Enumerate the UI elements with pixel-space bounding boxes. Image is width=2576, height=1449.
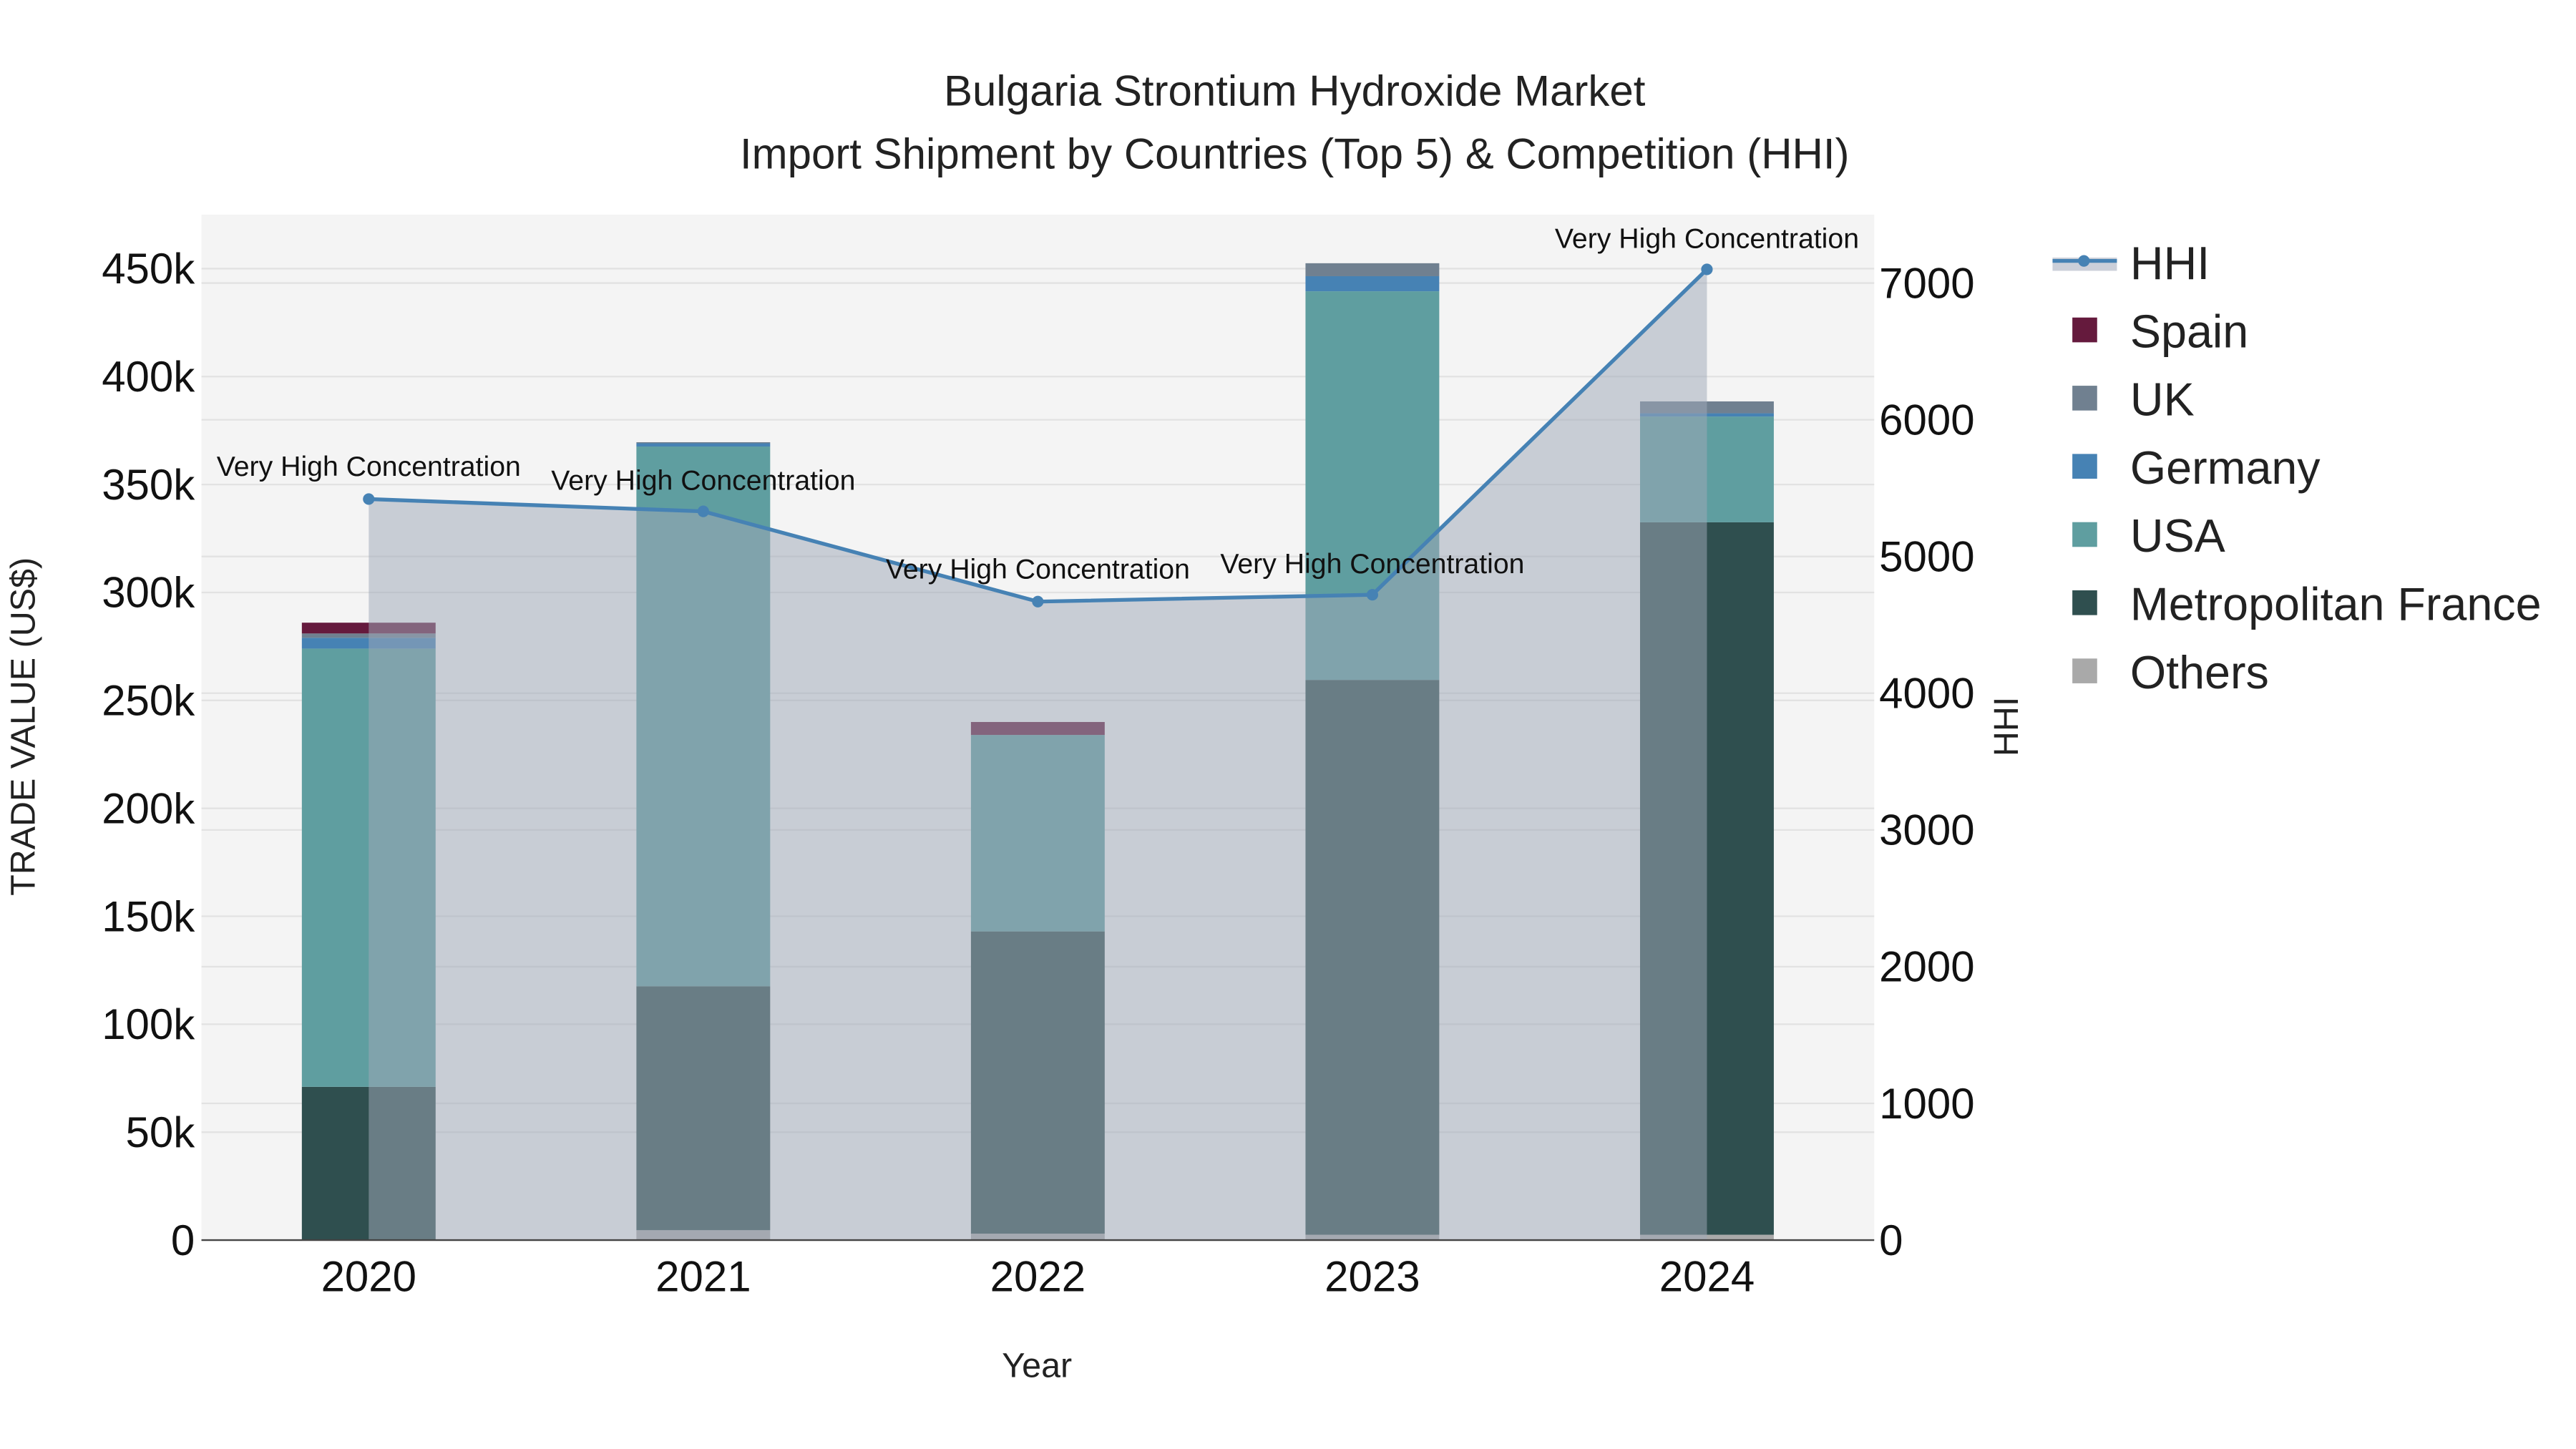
bar-germany-2021 <box>636 443 771 447</box>
legend-swatch-icon <box>2072 454 2097 479</box>
y2-tick-label: 7000 <box>1879 259 1974 307</box>
legend-item-usa[interactable]: USA <box>2072 510 2225 562</box>
chart-subtitle: Import Shipment by Countries (Top 5) & C… <box>740 130 1850 177</box>
x-tick-label: 2023 <box>1324 1253 1420 1301</box>
y-axis-title: TRADE VALUE (US$) <box>4 557 42 896</box>
y2-axis-title: HHI <box>1987 697 2026 756</box>
y-tick-label: 450k <box>102 245 195 293</box>
legend-label: USA <box>2130 510 2225 562</box>
x-axis-title: Year <box>1002 1347 1072 1385</box>
legend-item-others[interactable]: Others <box>2072 647 2269 698</box>
legend-swatch-icon <box>2072 658 2097 683</box>
hhi-point-2023 <box>1366 589 1378 601</box>
x-tick-label: 2021 <box>655 1253 751 1301</box>
legend-label: Others <box>2130 647 2269 698</box>
legend-swatch-icon <box>2072 590 2097 615</box>
bar-germany-2023 <box>1305 275 1440 292</box>
legend-label: HHI <box>2130 238 2210 289</box>
legend-item-spain[interactable]: Spain <box>2072 306 2248 357</box>
x-tick-label: 2024 <box>1659 1253 1755 1301</box>
y-tick-label: 0 <box>171 1216 195 1264</box>
bar-uk-2021 <box>636 441 771 444</box>
hhi-point-2021 <box>697 505 709 517</box>
y2-tick-label: 4000 <box>1879 670 1974 718</box>
legend-item-germany[interactable]: Germany <box>2072 442 2321 494</box>
y2-tick-label: 6000 <box>1879 396 1974 444</box>
hhi-annotation: Very High Concentration <box>551 465 855 497</box>
bar-uk-2023 <box>1305 263 1440 276</box>
chart: Very High Concentration Very High Concent… <box>4 67 2542 1385</box>
hhi-annotation: Very High Concentration <box>217 451 521 482</box>
legend-swatch-icon <box>2072 317 2097 343</box>
legend-item-metropolitan-france[interactable]: Metropolitan France <box>2072 579 2542 630</box>
legend-item-hhi[interactable]: HHI <box>2052 238 2210 289</box>
hhi-point-2024 <box>1701 263 1713 275</box>
y2-tick-label: 2000 <box>1879 943 1974 991</box>
y-tick-label: 300k <box>102 569 195 617</box>
y-tick-label: 50k <box>126 1108 196 1156</box>
y-tick-label: 200k <box>102 784 195 832</box>
hhi-annotation: Very High Concentration <box>1220 548 1524 580</box>
x-tick-label: 2020 <box>321 1253 416 1301</box>
legend-item-uk[interactable]: UK <box>2072 374 2195 426</box>
hhi-annotation: Very High Concentration <box>1555 223 1859 254</box>
hhi-point-2020 <box>363 493 375 505</box>
y2-tick-label: 1000 <box>1879 1080 1974 1128</box>
y-tick-label: 400k <box>102 353 195 401</box>
legend-swatch-icon <box>2072 386 2097 411</box>
y-tick-label: 250k <box>102 677 195 725</box>
legend-label: Spain <box>2130 306 2248 357</box>
legend: HHI Spain UK Germany USA Metropolitan France O… <box>2052 238 2542 698</box>
hhi-annotation: Very High Concentration <box>886 553 1190 585</box>
y-tick-label: 350k <box>102 461 195 509</box>
hhi-point-2022 <box>1032 595 1044 608</box>
legend-marker-icon <box>2078 255 2090 267</box>
legend-label: Germany <box>2130 442 2321 494</box>
y2-tick-label: 5000 <box>1879 532 1974 580</box>
legend-label: Metropolitan France <box>2130 579 2542 630</box>
y-tick-label: 150k <box>102 892 195 940</box>
y2-tick-label: 0 <box>1879 1216 1903 1264</box>
legend-swatch-icon <box>2072 522 2097 547</box>
x-tick-label: 2022 <box>990 1253 1085 1301</box>
legend-label: UK <box>2130 374 2195 426</box>
y2-tick-label: 3000 <box>1879 806 1974 854</box>
y-tick-label: 100k <box>102 1000 195 1048</box>
chart-title: Bulgaria Strontium Hydroxide Market <box>944 67 1646 115</box>
